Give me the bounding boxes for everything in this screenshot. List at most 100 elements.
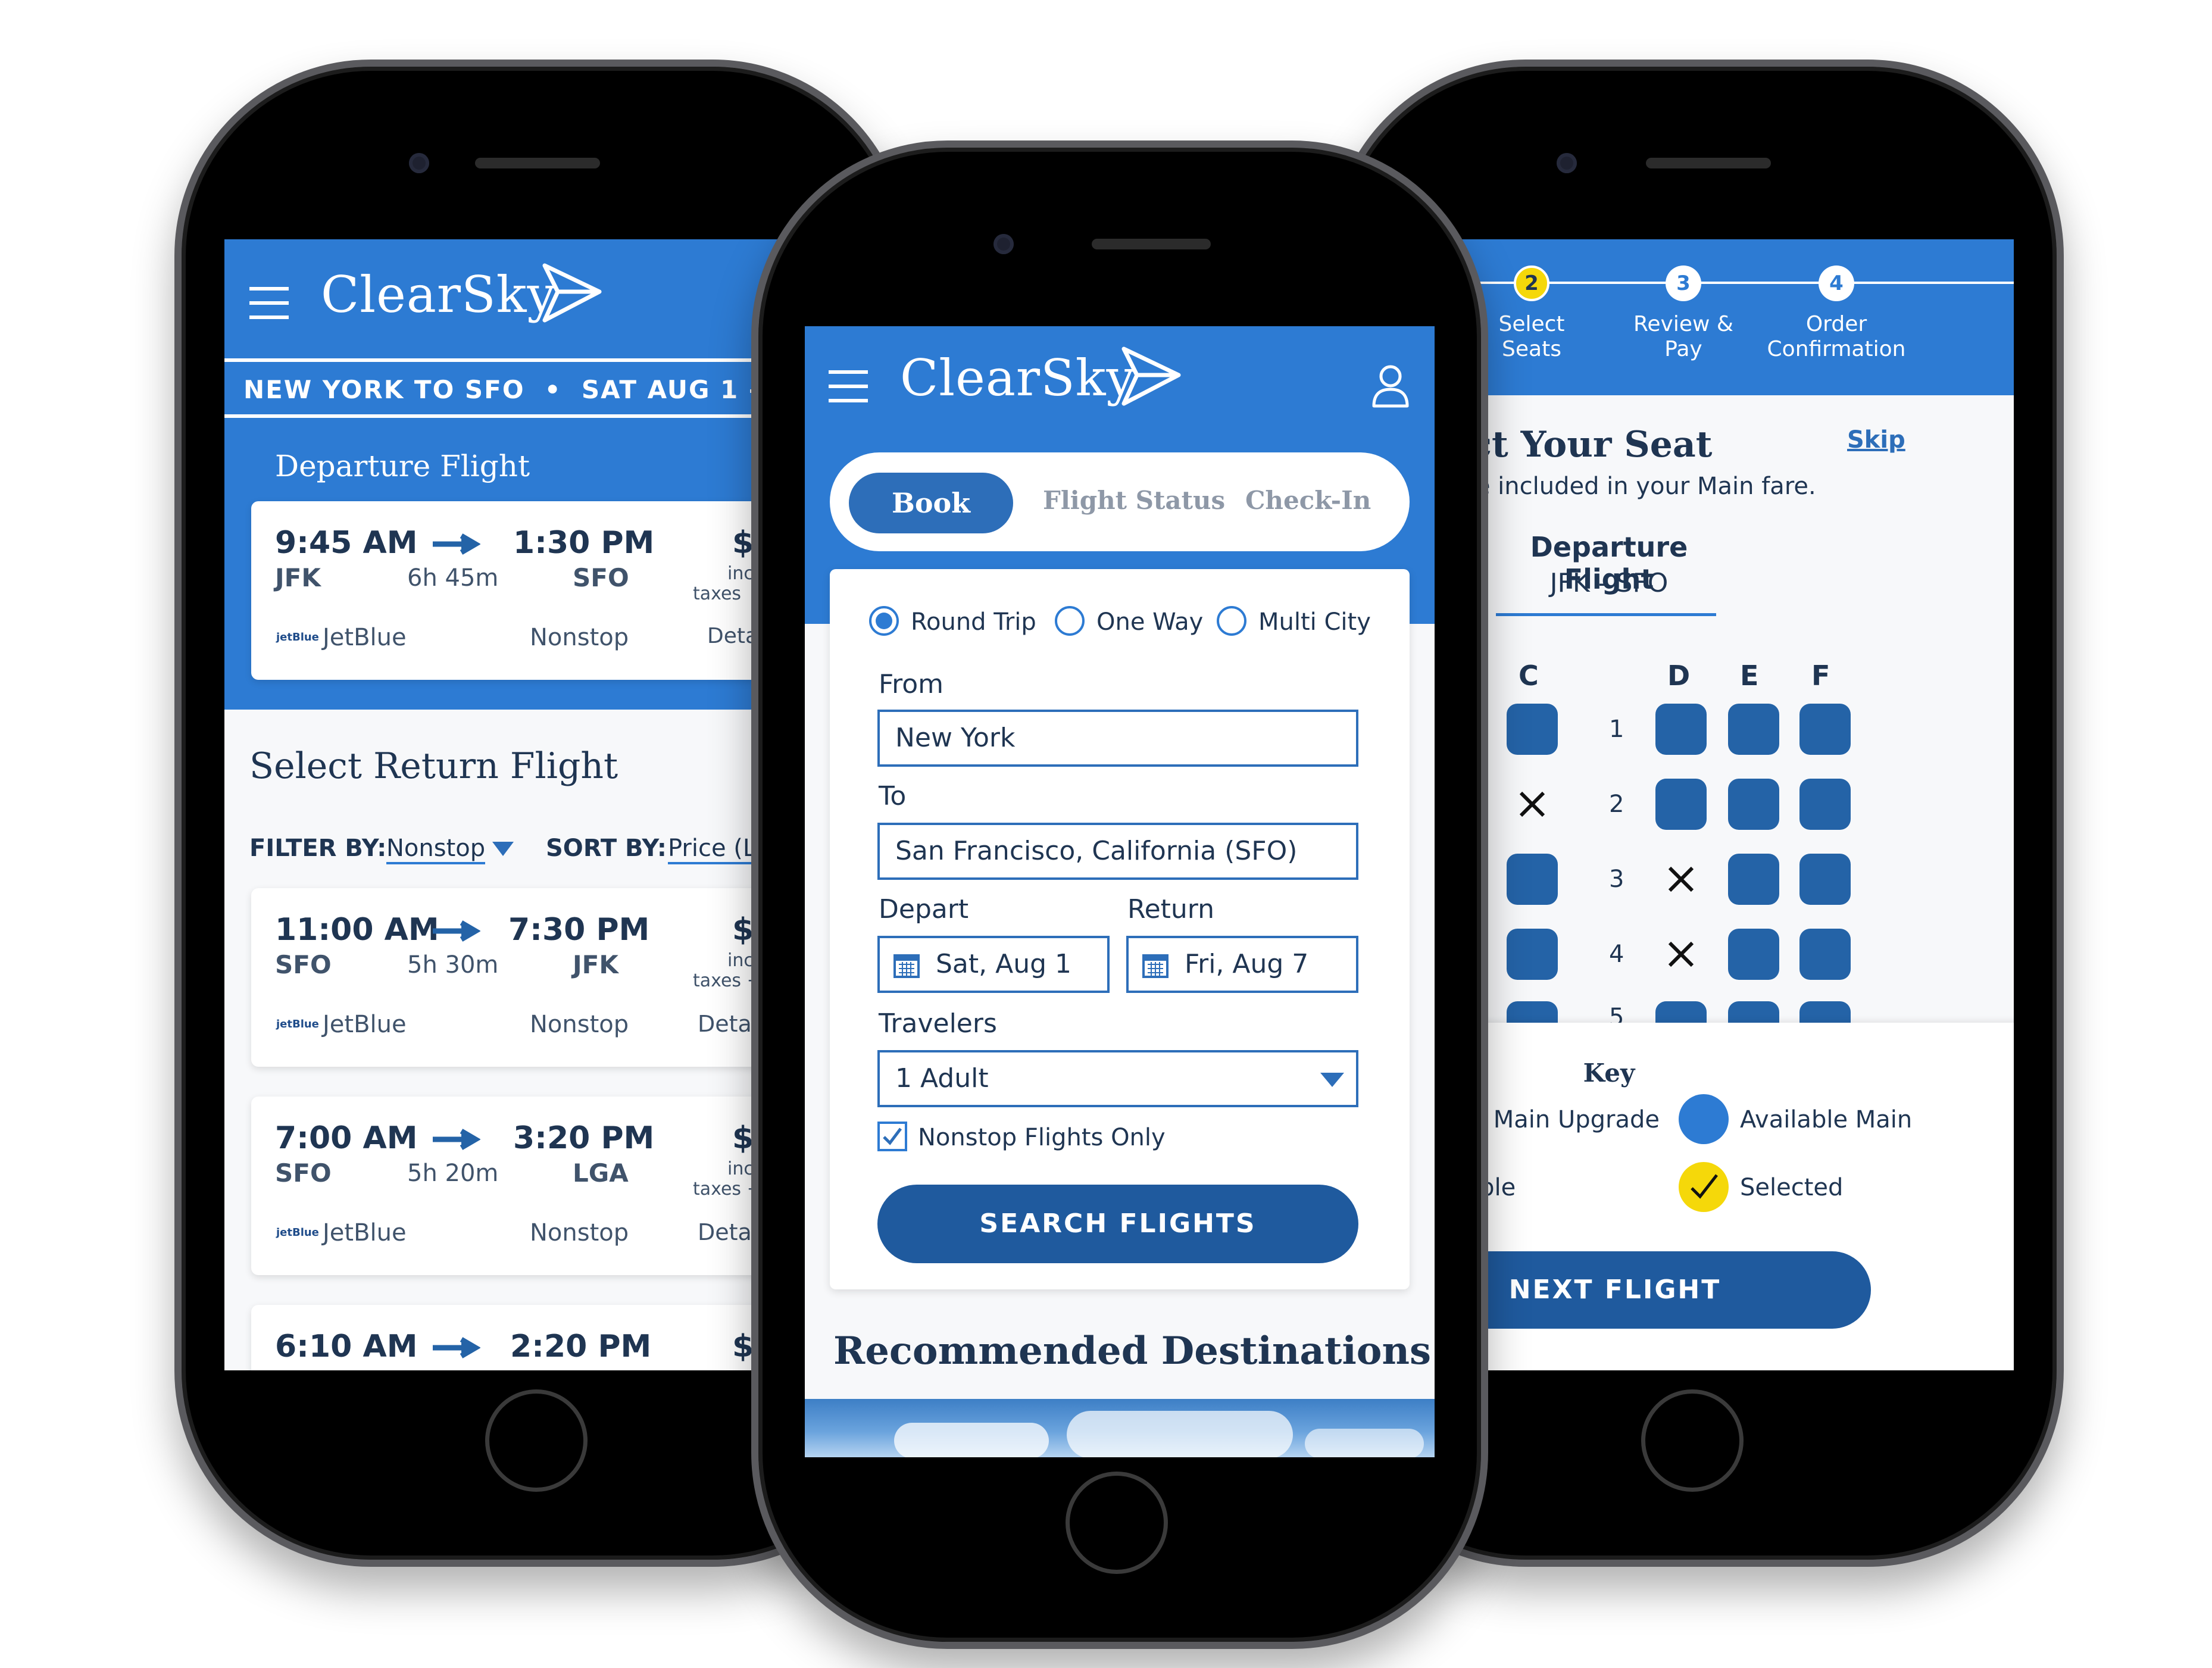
stops: Nonstop: [530, 624, 629, 651]
seat-3f[interactable]: [1799, 854, 1851, 905]
phone-camera: [409, 153, 429, 173]
seat-2f[interactable]: [1799, 779, 1851, 830]
seat-1c[interactable]: [1507, 704, 1558, 755]
arrival-time: 3:20 PM: [513, 1120, 655, 1156]
checkmark-icon: [883, 1127, 902, 1145]
home-button[interactable]: [1066, 1472, 1168, 1574]
caret-down-icon: [1320, 1073, 1344, 1087]
seat-column-label: D: [1667, 660, 1691, 692]
duration: 5h 30m: [407, 951, 499, 979]
seat-3e[interactable]: [1728, 854, 1779, 905]
brand-logo-text: ClearSky: [321, 265, 556, 324]
home-button[interactable]: [485, 1389, 588, 1492]
tab-book[interactable]: Book: [849, 473, 1013, 533]
travelers-select[interactable]: 1 Adult: [877, 1050, 1358, 1107]
seat-3c[interactable]: [1507, 854, 1558, 905]
seat-4c[interactable]: [1507, 929, 1558, 980]
search-flights-button[interactable]: SEARCH FLIGHTS: [877, 1185, 1358, 1263]
details-link[interactable]: Detai: [698, 1219, 758, 1245]
depart-date-value: Sat, Aug 1: [936, 949, 1072, 979]
phone-speaker: [1646, 158, 1771, 168]
airline-name: JetBlue: [323, 1011, 407, 1038]
departure-time: 11:00 AM: [275, 912, 439, 948]
destination-code: JFK: [573, 950, 618, 979]
step-label: Seats: [1502, 337, 1561, 361]
price: $: [732, 912, 754, 948]
sort-label: SORT BY:: [546, 835, 667, 862]
skip-link[interactable]: Skip: [1847, 426, 1905, 454]
seat-1e[interactable]: [1728, 704, 1779, 755]
departure-time: 9:45 AM: [275, 525, 418, 561]
one-way-label: One Way: [1096, 608, 1204, 636]
seat-5d[interactable]: [1655, 1001, 1707, 1023]
round-trip-label: Round Trip: [911, 608, 1036, 636]
return-title: Select Return Flight: [249, 745, 618, 787]
step-indicator-3[interactable]: 3: [1666, 265, 1701, 301]
unavailable-seat-icon: [1668, 941, 1694, 967]
flight-underline: [1496, 613, 1716, 616]
seat-5c[interactable]: [1507, 1001, 1558, 1023]
filter-dropdown[interactable]: Nonstop: [386, 835, 486, 864]
menu-icon[interactable]: [829, 370, 868, 404]
seat-column-label: C: [1519, 660, 1539, 692]
row-number: 5: [1609, 1004, 1624, 1023]
caret-down-icon[interactable]: [491, 839, 515, 857]
seat-1f[interactable]: [1799, 704, 1851, 755]
row-number: 2: [1609, 791, 1624, 818]
row-number: 4: [1609, 941, 1624, 968]
seat-4f[interactable]: [1799, 929, 1851, 980]
key-label: Available Main: [1740, 1106, 1913, 1133]
seat-1d[interactable]: [1655, 704, 1707, 755]
multi-city-radio[interactable]: [1217, 606, 1246, 636]
departure-time: 7:00 AM: [275, 1120, 418, 1156]
phone-speaker: [475, 158, 600, 168]
to-input[interactable]: San Francisco, California (SFO): [877, 823, 1358, 880]
paper-plane-icon: [542, 263, 602, 323]
to-value: San Francisco, California (SFO): [895, 836, 1298, 866]
seat-4e[interactable]: [1728, 929, 1779, 980]
departure-time: 6:10 AM: [275, 1329, 418, 1364]
arrow-right-icon: [433, 533, 480, 555]
step-indicator-4[interactable]: 4: [1819, 265, 1854, 301]
selected-check-icon: [1679, 1162, 1729, 1212]
seat-2e[interactable]: [1728, 779, 1779, 830]
tab-check-in[interactable]: Check-In: [1245, 486, 1371, 515]
origin-code: SFO: [275, 950, 332, 979]
details-link[interactable]: Detai: [698, 1011, 758, 1037]
stepper-line: [1389, 282, 2014, 284]
row-number: 3: [1609, 866, 1624, 893]
seat-2d[interactable]: [1655, 779, 1707, 830]
nonstop-checkbox[interactable]: [877, 1122, 907, 1151]
user-icon[interactable]: [1370, 363, 1411, 408]
round-trip-radio[interactable]: [869, 606, 899, 636]
price-note: inc: [727, 1158, 754, 1179]
tab-flight-status[interactable]: Flight Status: [1043, 486, 1225, 515]
available-main-dot-icon: [1679, 1094, 1729, 1144]
price-note: taxes: [693, 583, 742, 604]
arrival-time: 2:20 PM: [510, 1329, 652, 1364]
one-way-radio[interactable]: [1055, 606, 1085, 636]
arrival-time: 1:30 PM: [513, 525, 655, 561]
destination-image[interactable]: [805, 1399, 1435, 1457]
sort-dropdown[interactable]: Price (L: [668, 835, 757, 864]
phone-camera: [1557, 153, 1577, 173]
menu-icon[interactable]: [249, 287, 289, 320]
unavailable-seat-icon: [1668, 866, 1694, 892]
from-input[interactable]: New York: [877, 710, 1358, 767]
seat-5f[interactable]: [1799, 1001, 1851, 1023]
return-date-input[interactable]: Fri, Aug 7: [1126, 936, 1358, 993]
seat-5e[interactable]: [1728, 1001, 1779, 1023]
depart-date-input[interactable]: Sat, Aug 1: [877, 936, 1110, 993]
step-number: 3: [1676, 271, 1691, 295]
step-label: Order: [1805, 312, 1867, 336]
arrival-time: 7:30 PM: [508, 912, 650, 948]
flight-route: JFK - SFO: [1549, 568, 1669, 598]
return-date-value: Fri, Aug 7: [1185, 949, 1309, 979]
price: $: [732, 525, 754, 561]
duration: 6h 45m: [407, 564, 499, 592]
step-indicator-2[interactable]: 2: [1514, 265, 1549, 301]
center-screen: ClearSky Book Flight Status Check-In Rou…: [805, 326, 1435, 1457]
step-label: Review &: [1633, 312, 1733, 336]
seat-column-label: E: [1740, 660, 1759, 692]
home-button[interactable]: [1641, 1389, 1744, 1492]
